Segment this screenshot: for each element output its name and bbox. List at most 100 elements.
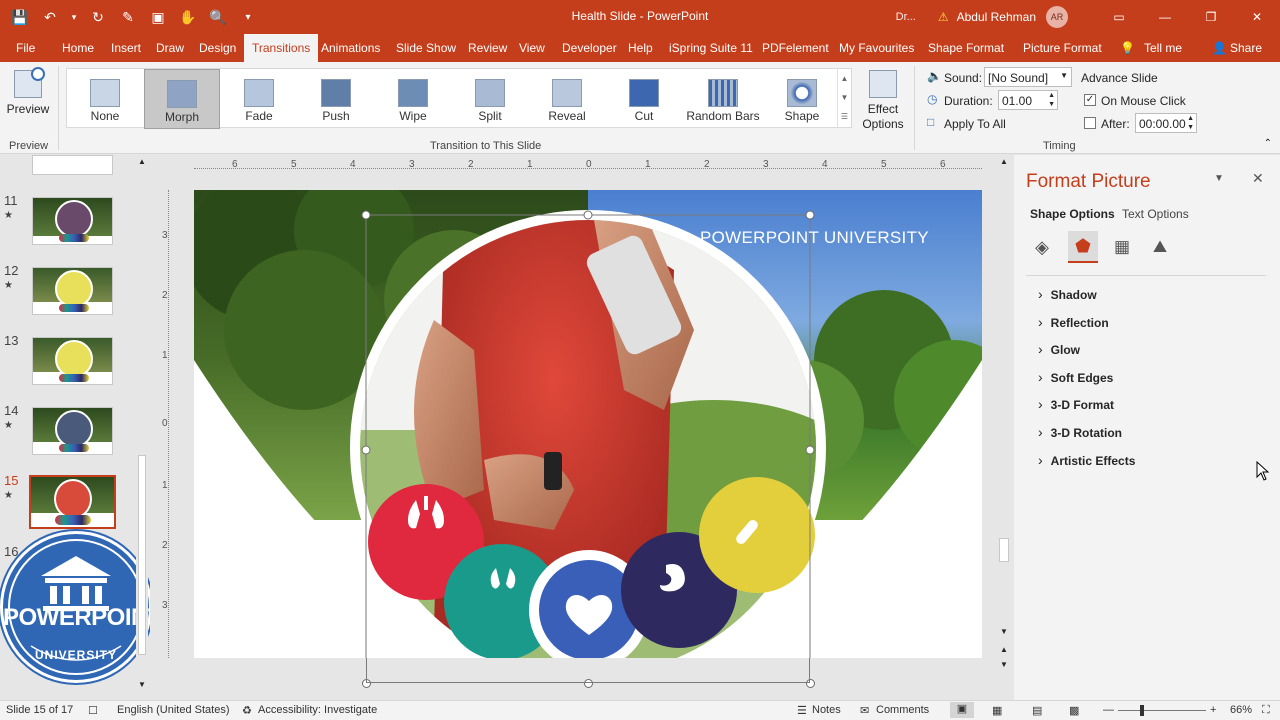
after-input[interactable]: 00:00.00 ▲ ▼ [1135,113,1197,133]
slideshow-view-icon[interactable]: ▩ [1069,704,1079,717]
section-3d-rotation[interactable]: 3-D Rotation [1038,424,1122,440]
zoom-in-icon[interactable]: + [1210,704,1216,716]
chevron-up-icon[interactable]: ▲ [138,157,146,166]
zoom-slider-thumb[interactable] [1140,705,1144,716]
minimize-icon[interactable]: — [1142,10,1188,24]
tab-pdfelement[interactable]: PDFelement [762,34,829,62]
after-checkbox[interactable] [1084,117,1096,129]
transition-fade[interactable]: Fade [221,69,297,129]
notes-icon[interactable]: ☰ [797,704,807,717]
pane-options-icon[interactable]: ▼ [1214,173,1224,184]
share-button[interactable]: Share [1230,34,1262,62]
tab-help[interactable]: Help [628,34,653,62]
avatar[interactable]: AR [1046,6,1068,28]
slide-thumbnail[interactable] [32,337,113,385]
previous-slide-icon[interactable]: ▲ [1000,645,1008,654]
transition-reveal[interactable]: Reveal [529,69,605,129]
chevron-up-icon[interactable]: ▲ [1000,157,1008,166]
section-3d-format[interactable]: 3-D Format [1038,396,1114,412]
section-artistic-effects[interactable]: Artistic Effects [1038,452,1136,468]
on-mouse-click-checkbox[interactable]: ✓ [1084,94,1096,106]
next-slide-icon[interactable]: ▼ [1000,660,1008,669]
user-name[interactable]: Abdul Rehman [957,10,1036,24]
tab-picture-format[interactable]: Picture Format [1023,34,1102,62]
tab-insert[interactable]: Insert [111,34,141,62]
warning-icon[interactable]: ⚠ [938,10,949,24]
tab-my-favourites[interactable]: My Favourites [839,34,914,62]
thumbnail-scrollbar[interactable]: ▲ ▼ [136,155,148,691]
accessibility-label[interactable]: Accessibility: Investigate [258,704,377,716]
apply-to-all-button[interactable]: Apply To All [944,117,1006,131]
chevron-down-icon[interactable]: ▼ [138,680,146,689]
transition-morph[interactable]: Morph [144,69,220,129]
section-reflection[interactable]: Reflection [1038,314,1109,330]
close-pane-icon[interactable]: ✕ [1252,170,1264,187]
slide-heading[interactable]: POWERPOINT UNIVERSITY [700,228,929,248]
tab-view[interactable]: View [519,34,545,62]
comments-icon[interactable]: ✉ [860,704,869,717]
slide-thumbnail[interactable] [32,407,113,455]
fit-slide-icon[interactable]: ⛶ [1262,704,1270,717]
scroll-thumb[interactable] [138,455,146,655]
tab-tell-me[interactable]: Tell me [1144,34,1182,62]
transition-wipe[interactable]: Wipe [375,69,451,129]
tab-transitions[interactable]: Transitions [244,34,319,62]
slide-thumbnail[interactable] [32,155,113,175]
cut-icon [629,79,659,107]
restore-icon[interactable]: ❐ [1188,10,1234,24]
slide-thumbnail-current[interactable] [29,475,116,529]
slide-canvas[interactable]: POWERPOINT UNIVERSITY [194,190,982,658]
tab-ispring[interactable]: iSpring Suite 11 [669,34,753,62]
title-bar: 💾 ↶ ▾ ↻ ✎ ▣ ✋ 🔍 ▾ Health Slide - PowerPo… [0,0,1280,34]
tab-developer[interactable]: Developer [562,34,617,62]
tab-animations[interactable]: Animations [321,34,380,62]
section-glow[interactable]: Glow [1038,341,1080,357]
picture-icon[interactable]: ⛰ [1146,233,1174,261]
slide-thumbnail[interactable] [32,197,113,245]
reading-view-icon[interactable]: ▤ [1032,704,1042,717]
tab-draw[interactable]: Draw [156,34,184,62]
transition-shape[interactable]: Shape [764,69,840,129]
section-shadow[interactable]: Shadow [1038,286,1097,302]
accessibility-icon[interactable]: ♻ [242,704,252,717]
section-soft-edges[interactable]: Soft Edges [1038,369,1114,385]
normal-view-icon[interactable]: ▣ [950,702,974,718]
transition-random-bars[interactable]: Random Bars [683,69,763,129]
effects-icon[interactable]: ⬟ [1068,231,1098,263]
preview-button[interactable]: Preview [6,67,50,128]
notes-button[interactable]: Notes [812,704,841,716]
tab-slide-show[interactable]: Slide Show [396,34,456,62]
slide-sorter-icon[interactable]: ▦ [992,704,1002,717]
tab-design[interactable]: Design [199,34,236,62]
slide-thumbnail[interactable] [32,267,113,315]
tab-text-options[interactable]: Text Options [1122,207,1189,221]
sound-select[interactable]: [No Sound] ▼ [984,67,1072,87]
ribbon-display-icon[interactable]: ▭ [1096,10,1142,24]
tab-file[interactable]: File [16,34,35,62]
tab-shape-format[interactable]: Shape Format [928,34,1004,62]
transition-cut[interactable]: Cut [606,69,682,129]
chevron-down-icon[interactable]: ▼ [1000,627,1008,636]
transition-none[interactable]: None [67,69,143,129]
gallery-scroll[interactable]: ▲ ▼ ☰ [837,69,851,127]
zoom-out-icon[interactable]: — [1103,704,1114,716]
zoom-level[interactable]: 66% [1230,704,1252,716]
tab-home[interactable]: Home [62,34,94,62]
fill-line-icon[interactable]: ◈ [1028,233,1056,261]
close-icon[interactable]: ✕ [1234,10,1280,24]
size-properties-icon[interactable]: ▦ [1108,233,1136,261]
tab-shape-options[interactable]: Shape Options [1030,207,1115,221]
language-label[interactable]: English (United States) [117,704,230,716]
transition-split[interactable]: Split [452,69,528,129]
transition-push[interactable]: Push [298,69,374,129]
spelling-icon[interactable]: ☐ [88,704,98,717]
zoom-slider[interactable] [1118,705,1206,716]
duration-input[interactable]: 01.00 ▲ ▼ [998,90,1058,110]
tab-review[interactable]: Review [468,34,507,62]
collapse-ribbon-icon[interactable]: ⌃ [1264,138,1272,149]
scroll-thumb[interactable] [999,538,1009,562]
comments-button[interactable]: Comments [876,704,929,716]
editor-scrollbar[interactable]: ▲ ▼ ▲ ▼ [998,155,1010,675]
share-icon[interactable]: 👤 [1212,34,1227,62]
effect-options-button[interactable]: Effect Options [858,70,908,138]
